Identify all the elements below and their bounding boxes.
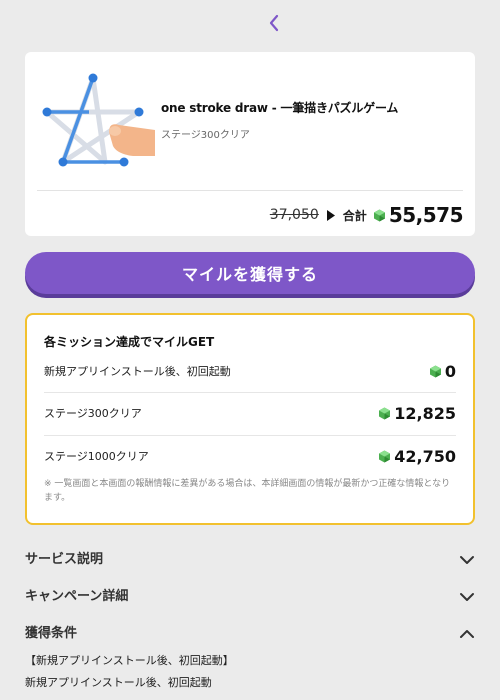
price-row: 37,050 合計 55,575 <box>269 200 464 230</box>
section-service-description[interactable]: サービス説明 <box>25 545 475 569</box>
chevron-down-icon <box>460 556 474 564</box>
mission-label: ステージ1000クリア <box>44 450 149 463</box>
app-subtitle: ステージ300クリア <box>161 130 250 141</box>
mission-value: 0 <box>444 361 456 381</box>
section-label: キャンペーン詳細 <box>25 588 129 604</box>
section-campaign-details[interactable]: キャンペーン詳細 <box>25 582 475 606</box>
gem-icon <box>378 450 391 463</box>
chevron-left-icon <box>269 14 279 32</box>
app-icon <box>42 73 155 167</box>
app-title: one stroke draw - 一筆描きパズルゲーム <box>161 101 399 115</box>
mission-label: 新規アプリインストール後、初回起動 <box>44 365 231 378</box>
back-button[interactable] <box>262 10 286 36</box>
condition-text: 新規アプリインストール後、初回起動 <box>25 676 212 689</box>
gem-icon <box>378 407 391 420</box>
gem-icon <box>373 209 386 222</box>
play-arrow-icon <box>326 209 335 221</box>
old-price: 37,050 <box>269 207 319 223</box>
total-value: 55,575 <box>388 203 464 227</box>
section-label: 獲得条件 <box>25 625 78 641</box>
condition-heading: 【新規アプリインストール後、初回起動】 <box>25 654 234 667</box>
chevron-down-icon <box>460 593 474 601</box>
mission-heading: 各ミッション達成でマイルGET <box>44 335 215 349</box>
divider <box>44 392 456 393</box>
mission-panel: 各ミッション達成でマイルGET 新規アプリインストール後、初回起動 0 ステージ… <box>25 313 475 525</box>
mission-value: 42,750 <box>394 446 456 466</box>
app-card[interactable]: one stroke draw - 一筆描きパズルゲーム ステージ300クリア … <box>25 52 475 236</box>
mission-note: ※ 一覧画面と本画面の報酬情報に差異がある場合は、本詳細画面の情報が最新かつ正確… <box>44 479 451 503</box>
mission-value: 12,825 <box>394 403 456 423</box>
mission-label: ステージ300クリア <box>44 407 142 420</box>
mission-row: 新規アプリインストール後、初回起動 0 <box>44 361 456 381</box>
mission-row: ステージ300クリア 12,825 <box>44 403 456 423</box>
mission-value-wrap: 42,750 <box>378 447 456 466</box>
mission-value-wrap: 0 <box>429 362 456 381</box>
divider <box>44 435 456 436</box>
divider <box>37 190 463 191</box>
chevron-up-icon <box>460 630 474 638</box>
total-label: 合計 <box>342 208 367 223</box>
gem-icon <box>429 365 442 378</box>
get-miles-button[interactable]: マイルを獲得する <box>25 252 475 294</box>
mission-row: ステージ1000クリア 42,750 <box>44 446 456 466</box>
section-acquisition-conditions[interactable]: 獲得条件 <box>25 619 475 643</box>
mission-value-wrap: 12,825 <box>378 404 456 423</box>
section-label: サービス説明 <box>25 551 104 567</box>
